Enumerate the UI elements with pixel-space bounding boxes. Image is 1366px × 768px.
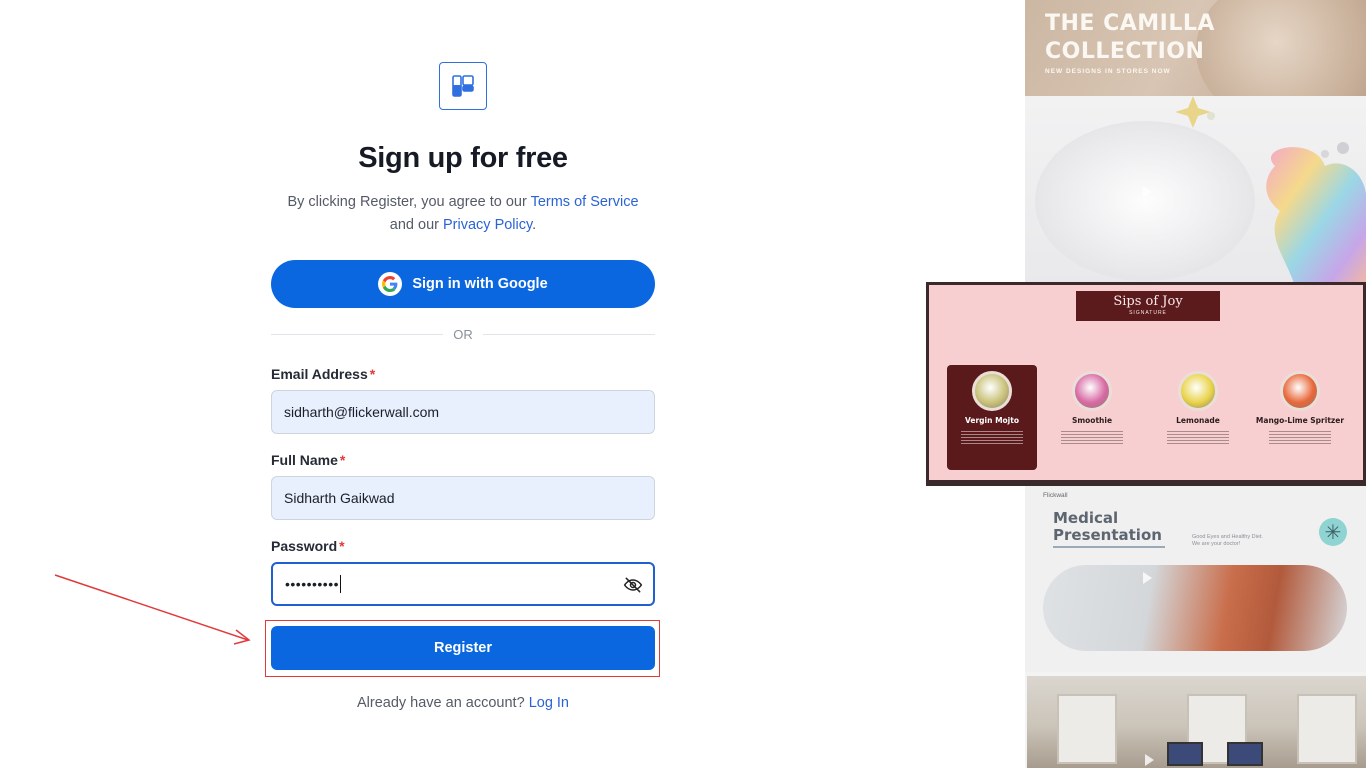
medical-photo <box>1043 565 1347 651</box>
drink-name: Smoothie <box>1071 416 1113 425</box>
password-label-text: Password <box>271 538 338 554</box>
drink-image <box>1072 371 1112 411</box>
app-logo <box>439 62 487 110</box>
template-sips-of-joy[interactable]: Sips of Joy SIGNATURE Vergin Mojto Smoot… <box>926 282 1366 486</box>
sips-header: Sips of Joy SIGNATURE <box>1076 291 1220 321</box>
or-divider: OR <box>271 325 655 343</box>
sips-title: Sips of Joy <box>1113 294 1183 309</box>
drink-image <box>972 371 1012 411</box>
fullname-value: Sidharth Gaikwad <box>284 490 395 506</box>
drink-card[interactable]: Vergin Mojto <box>947 365 1037 470</box>
medical-underline <box>1053 546 1165 548</box>
play-icon <box>1145 754 1154 766</box>
drink-name: Vergin Mojto <box>965 416 1019 425</box>
drink-description <box>1269 431 1331 445</box>
medical-text: Good Eyes and Healthy Diet. We are your … <box>1192 534 1263 547</box>
template-office-photo[interactable] <box>1027 676 1366 768</box>
office-window <box>1057 694 1117 764</box>
camilla-photo <box>1196 0 1366 96</box>
fullname-label: Full Name * <box>271 452 345 468</box>
password-field[interactable]: •••••••••• <box>271 562 655 606</box>
office-screen <box>1227 742 1263 766</box>
drink-image <box>1280 371 1320 411</box>
email-value: sidharth@flickerwall.com <box>284 404 440 420</box>
terms-middle: and our <box>389 217 443 233</box>
required-asterisk: * <box>369 366 376 382</box>
drink-description <box>1167 431 1229 445</box>
text-caret <box>340 575 342 593</box>
divider-line-right <box>482 333 655 335</box>
camilla-title-line2: COLLECTION <box>1045 39 1205 64</box>
password-label: Password * <box>271 538 345 554</box>
login-prompt: Already have an account? Log In <box>271 695 655 711</box>
terms-prefix: By clicking Register, you agree to our <box>287 194 531 210</box>
camilla-title-line1: THE CAMILLA <box>1045 11 1215 36</box>
terms-suffix: . <box>532 217 537 233</box>
google-sign-in-button[interactable]: Sign in with Google <box>271 260 655 308</box>
log-in-link[interactable]: Log In <box>529 695 569 711</box>
password-value: •••••••••• <box>285 576 340 592</box>
drink-name: Lemonade <box>1176 416 1220 425</box>
medical-title: Medical Presentation <box>1053 510 1162 544</box>
drink-card[interactable]: Lemonade <box>1153 365 1243 470</box>
play-icon <box>1143 572 1152 584</box>
abstract-art-image <box>1035 96 1366 286</box>
or-text: OR <box>453 326 473 342</box>
drink-description <box>1061 431 1123 445</box>
office-screen <box>1167 742 1203 766</box>
register-button[interactable]: Register <box>271 626 655 670</box>
google-icon <box>378 272 403 296</box>
google-button-label: Sign in with Google <box>412 276 548 292</box>
drink-card[interactable]: Smoothie <box>1047 365 1137 470</box>
terms-of-service-link[interactable]: Terms of Service <box>531 194 639 210</box>
required-asterisk: * <box>339 538 345 554</box>
annotation-arrow-icon <box>54 574 251 645</box>
eye-slash-icon[interactable] <box>623 575 643 598</box>
camilla-title: THE CAMILLA COLLECTION <box>1045 10 1215 66</box>
fullname-label-text: Full Name <box>271 452 338 468</box>
template-abstract-art[interactable] <box>1025 96 1366 286</box>
layout-icon <box>452 75 474 97</box>
medical-title-line1: Medical <box>1053 509 1119 527</box>
email-label-text: Email Address <box>271 366 368 382</box>
drink-card[interactable]: Mango-Lime Spritzer <box>1255 365 1345 470</box>
sips-subtitle: SIGNATURE <box>1129 310 1167 316</box>
medical-title-line2: Presentation <box>1053 526 1162 544</box>
drink-description <box>961 431 1023 445</box>
terms-notice: By clicking Register, you agree to our T… <box>271 191 655 237</box>
drink-name: Mango-Lime Spritzer <box>1255 416 1345 425</box>
page-title: Sign up for free <box>358 142 568 174</box>
divider-line-left <box>271 333 444 335</box>
asterisk-icon: ✳ <box>1319 518 1347 546</box>
play-icon <box>1143 186 1152 198</box>
fullname-field[interactable]: Sidharth Gaikwad <box>271 476 655 520</box>
medical-brand: Flickwall <box>1043 492 1068 499</box>
camilla-subtitle: NEW DESIGNS IN STORES NOW <box>1045 68 1171 75</box>
template-medical-presentation[interactable]: Flickwall Medical Presentation Good Eyes… <box>1025 486 1366 672</box>
drink-image <box>1178 371 1218 411</box>
login-prompt-text: Already have an account? <box>356 695 529 711</box>
required-asterisk: * <box>339 452 346 468</box>
privacy-policy-link[interactable]: Privacy Policy <box>443 217 532 233</box>
template-camilla-collection[interactable]: THE CAMILLA COLLECTION NEW DESIGNS IN ST… <box>1025 0 1366 96</box>
email-label: Email Address * <box>271 366 375 382</box>
office-window <box>1297 694 1357 764</box>
email-field[interactable]: sidharth@flickerwall.com <box>271 390 655 434</box>
